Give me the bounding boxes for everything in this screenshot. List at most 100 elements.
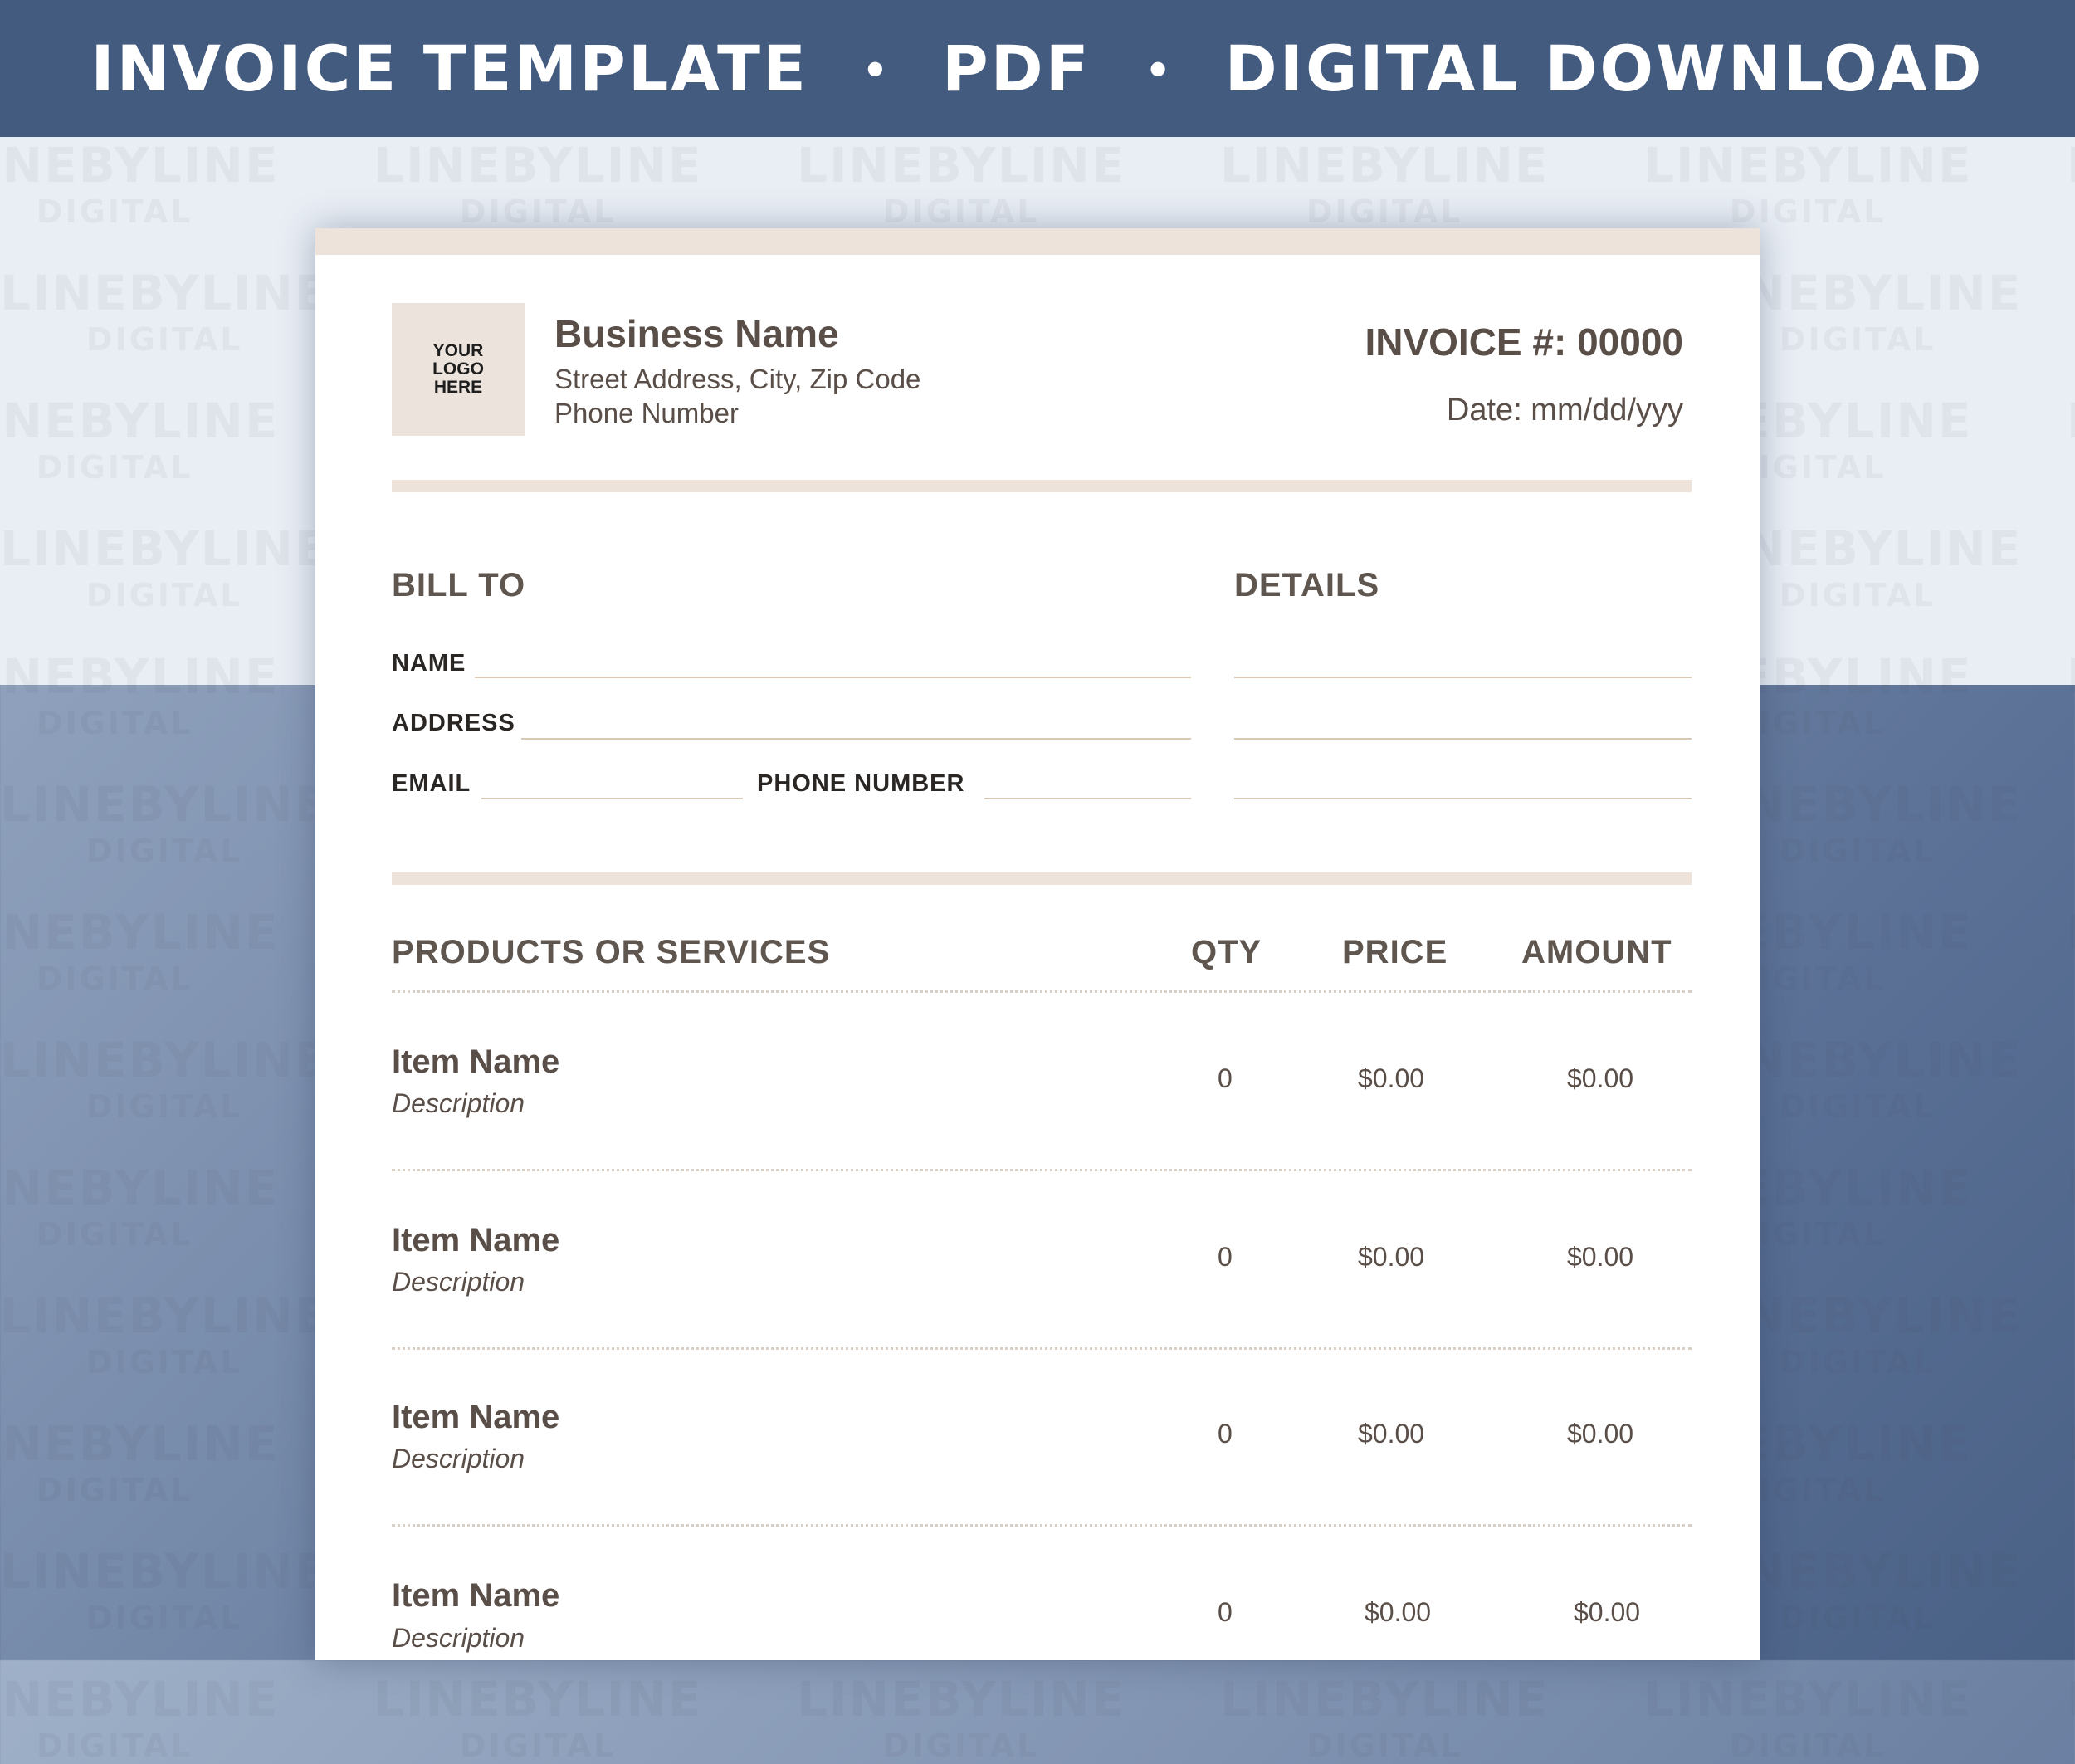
watermark-line2: DIGITAL xyxy=(2067,963,2075,994)
business-phone: Phone Number xyxy=(554,398,739,428)
billing-divider xyxy=(392,872,1692,885)
item-price: $0.00 xyxy=(1365,1597,1432,1627)
watermark-line1: LINEBYLINE xyxy=(1643,1671,1973,1727)
watermark-line1: LINEBYLINE xyxy=(0,1543,330,1600)
banner-invoice-template: INVOICE TEMPLATE xyxy=(90,32,808,105)
watermark-line1: LINEBYLINE xyxy=(0,1160,280,1216)
item-amount: $0.00 xyxy=(1567,1419,1634,1449)
details-line-1[interactable] xyxy=(1234,677,1692,678)
watermark-text: LINEBYLINEDIGITAL xyxy=(0,908,279,994)
item-amount: $0.00 xyxy=(1567,1063,1634,1093)
watermark-line2: DIGITAL xyxy=(36,1216,193,1253)
row-dotted-divider xyxy=(392,1169,1692,1171)
watermark-text: LINEBYLINEDIGITAL xyxy=(0,1675,279,1762)
watermark-line2: DIGITAL xyxy=(85,1088,243,1125)
address-field-line[interactable] xyxy=(521,738,1191,740)
watermark-text: LINEBYLINEDIGITAL xyxy=(0,1547,329,1634)
item-qty: 0 xyxy=(1218,1063,1233,1093)
item-description: Description xyxy=(392,1088,525,1118)
name-field-line[interactable] xyxy=(475,677,1191,678)
watermark-line1: LINEBYLINE xyxy=(2067,1164,2075,1212)
item-name: Item Name xyxy=(392,1399,560,1435)
item-qty: 0 xyxy=(1218,1419,1233,1449)
watermark-line1: LINEBYLINE xyxy=(0,1032,330,1088)
watermark-line2: DIGITAL xyxy=(85,833,243,869)
watermark-text: LINEBYLINEDIGITAL xyxy=(0,1420,279,1506)
bill-to-title: BILL TO xyxy=(392,567,526,603)
logo-placeholder: YOUR LOGO HERE xyxy=(392,303,525,436)
watermark-line2: DIGITAL xyxy=(2067,1474,2075,1506)
watermark-line1: LINEBYLINE xyxy=(374,1671,703,1727)
invoice-page: YOUR LOGO HERE Business Name Street Addr… xyxy=(315,228,1760,1660)
name-label: NAME xyxy=(392,650,466,677)
watermark-line2: DIGITAL xyxy=(85,1600,243,1636)
item-description: Description xyxy=(392,1267,525,1297)
watermark-text: LINEBYLINE DIGITAL xyxy=(2067,1164,2075,1250)
details-title: DETAILS xyxy=(1234,567,1380,603)
watermark-line1: LINEBYLINE xyxy=(2067,1420,2075,1468)
watermark-text: LINEBYLINE DIGITAL xyxy=(2067,1420,2075,1506)
banner-pdf: PDF xyxy=(941,32,1091,105)
watermark-text: LINEBYLINE DIGITAL xyxy=(2067,908,2075,994)
logo-text: YOUR LOGO HERE xyxy=(432,341,484,397)
phone-number-label: PHONE NUMBER xyxy=(757,770,965,797)
watermark-line1: LINEBYLINE xyxy=(1220,1671,1550,1727)
banner-separator: • xyxy=(866,41,884,96)
watermark-text: LINEBYLINEDIGITAL xyxy=(374,1675,702,1762)
watermark-text: LINEBYLINEDIGITAL xyxy=(1220,1675,1549,1762)
watermark-line1: LINEBYLINE xyxy=(0,776,330,833)
amount-column-header: AMOUNT xyxy=(1521,934,1672,970)
item-price: $0.00 xyxy=(1358,1242,1425,1272)
item-amount: $0.00 xyxy=(1567,1242,1634,1272)
title-banner: INVOICE TEMPLATE • PDF • DIGITAL DOWNLOA… xyxy=(0,0,2075,137)
banner-digital-download: DIGITAL DOWNLOAD xyxy=(1224,32,1985,105)
item-description: Description xyxy=(392,1444,525,1473)
invoice-number: INVOICE #: 00000 xyxy=(1365,320,1683,364)
row-dotted-divider xyxy=(392,1524,1692,1527)
watermark-line2: DIGITAL xyxy=(2067,707,2075,739)
watermark-line2: DIGITAL xyxy=(85,1344,243,1380)
email-field-line[interactable] xyxy=(481,798,743,799)
item-price: $0.00 xyxy=(1358,1063,1425,1093)
banner-separator: • xyxy=(1149,41,1167,96)
header-dotted-divider xyxy=(392,990,1692,993)
watermark-line1: LINEBYLINE xyxy=(2067,908,2075,956)
watermark-line2: DIGITAL xyxy=(36,960,193,997)
details-line-2[interactable] xyxy=(1234,738,1692,740)
watermark-text: LINEBYLINEDIGITAL xyxy=(0,1292,329,1378)
item-description: Description xyxy=(392,1623,525,1653)
watermark-text: LINEBYLINE DIGITAL xyxy=(2067,1675,2075,1762)
watermark-line1: LINEBYLINE xyxy=(0,1288,330,1344)
item-price: $0.00 xyxy=(1358,1419,1425,1449)
item-name: Item Name xyxy=(392,1222,560,1258)
watermark-line2: DIGITAL xyxy=(459,1727,617,1764)
watermark-line1: LINEBYLINE xyxy=(0,1415,280,1472)
business-name: Business Name xyxy=(554,312,839,355)
item-name: Item Name xyxy=(392,1577,560,1614)
item-qty: 0 xyxy=(1218,1597,1233,1627)
qty-column-header: QTY xyxy=(1191,934,1262,970)
page-top-band xyxy=(315,228,1760,255)
watermark-line1: LINEBYLINE xyxy=(2067,1675,2075,1723)
watermark-line2: DIGITAL xyxy=(36,1727,193,1764)
watermark-line2: DIGITAL xyxy=(1306,1727,1463,1764)
watermark-line1: LINEBYLINE xyxy=(797,1671,1126,1727)
watermark-line1: LINEBYLINE xyxy=(0,1671,280,1727)
watermark-line2: DIGITAL xyxy=(1729,1727,1887,1764)
watermark-text: LINEBYLINEDIGITAL xyxy=(0,780,329,867)
row-dotted-divider xyxy=(392,1347,1692,1350)
watermark-line2: DIGITAL xyxy=(2067,1219,2075,1250)
watermark-text: LINEBYLINEDIGITAL xyxy=(0,1164,279,1250)
watermark-line1: LINEBYLINE xyxy=(0,904,280,960)
details-line-3[interactable] xyxy=(1234,798,1692,799)
item-amount: $0.00 xyxy=(1574,1597,1641,1627)
watermark-text: LINEBYLINEDIGITAL xyxy=(797,1675,1125,1762)
watermark-line2: DIGITAL xyxy=(36,705,193,741)
watermark-line2: DIGITAL xyxy=(2067,1730,2075,1762)
email-label: EMAIL xyxy=(392,770,471,797)
phone-field-line[interactable] xyxy=(984,798,1191,799)
business-address: Street Address, City, Zip Code xyxy=(554,364,921,394)
item-qty: 0 xyxy=(1218,1242,1233,1272)
header-divider xyxy=(392,480,1692,492)
watermark-line2: DIGITAL xyxy=(882,1727,1040,1764)
